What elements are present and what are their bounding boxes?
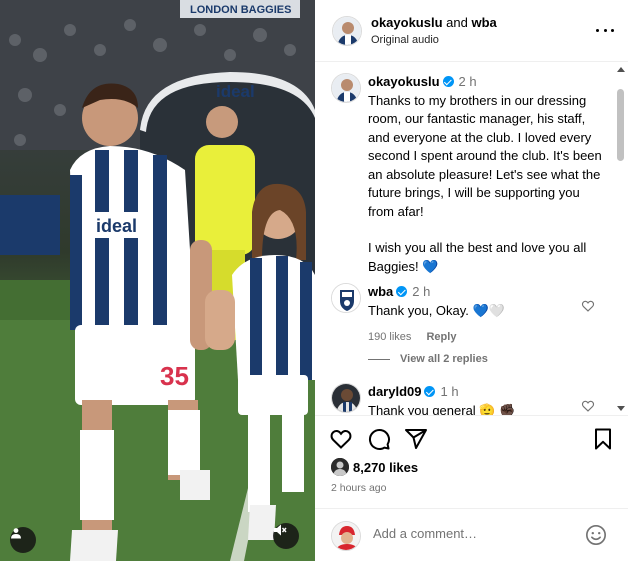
caption-author-avatar[interactable]: [331, 73, 361, 103]
video-frame-illustration: LONDON BAGGIES ideal ideal 35: [0, 0, 315, 561]
profile-photo-icon: [331, 458, 349, 476]
comment-text: Thank you general 🫡 ✊🏿: [368, 402, 516, 416]
bookmark-icon[interactable]: [591, 427, 615, 451]
profile-photo-icon: [332, 384, 360, 412]
comment-body: wba 2 h Thank you, Okay. 💙🤍 190 likes Rep…: [368, 283, 604, 347]
comment-item: daryld09 1 h Thank you general 🫡 ✊🏿: [315, 377, 615, 415]
author-username[interactable]: okayokuslu: [371, 15, 443, 30]
comment-body: daryld09 1 h Thank you general 🫡 ✊🏿: [368, 383, 604, 415]
view-replies-button[interactable]: View all 2 replies: [368, 353, 488, 365]
user-tag-icon: [11, 528, 21, 539]
audio-label[interactable]: Original audio: [371, 34, 439, 46]
caption-text-1: Thanks to my brothers in our dressing ro…: [368, 92, 602, 219]
post-video[interactable]: LONDON BAGGIES ideal ideal 35: [0, 0, 315, 561]
profile-photo-icon: [333, 17, 361, 45]
more-icon: [596, 28, 599, 32]
comment-item: wba 2 h Thank you, Okay. 💙🤍 190 likes Rep…: [315, 277, 615, 347]
comment-text: Thank you, Okay. 💙🤍: [368, 302, 505, 318]
reply-button[interactable]: Reply: [426, 331, 456, 343]
liker-avatar[interactable]: [331, 458, 349, 476]
comment-icon[interactable]: [367, 427, 391, 451]
club-crest-icon: [332, 284, 360, 312]
verified-badge-icon: [424, 386, 436, 397]
comment-input[interactable]: [373, 526, 573, 541]
authors-joiner: and: [446, 15, 468, 30]
comments-list[interactable]: okayokuslu 2 h Thanks to my brothers in o…: [315, 63, 628, 415]
post-header: okayokuslu and wba Original audio: [315, 0, 628, 62]
verified-badge-icon: [442, 76, 454, 87]
comment-time[interactable]: 1 h: [440, 384, 458, 399]
stand-sign-text: LONDON BAGGIES: [190, 4, 291, 16]
caption-time[interactable]: 2 h: [459, 74, 477, 89]
comment-username[interactable]: wba: [368, 284, 393, 299]
heart-icon[interactable]: [581, 299, 595, 313]
post-timestamp[interactable]: 2 hours ago: [331, 482, 386, 494]
mute-toggle-button[interactable]: [273, 523, 299, 549]
share-icon[interactable]: [404, 427, 428, 451]
emoji-icon[interactable]: [585, 524, 607, 546]
scroll-up-arrow-icon[interactable]: [617, 67, 625, 72]
comment-meta: 190 likes Reply: [368, 328, 604, 347]
tagged-users-button[interactable]: [10, 527, 36, 553]
profile-photo-icon: [332, 74, 360, 102]
comments-scrollbar[interactable]: [617, 67, 625, 411]
heart-icon[interactable]: [581, 399, 595, 413]
comment-time[interactable]: 2 h: [412, 284, 430, 299]
comment-likes[interactable]: 190 likes: [368, 331, 411, 343]
current-user-avatar: [331, 521, 361, 551]
coauthor-username[interactable]: wba: [471, 15, 496, 30]
post-details-panel: okayokuslu and wba Original audio okayok…: [315, 0, 628, 561]
comment-username[interactable]: daryld09: [368, 384, 421, 399]
caption-username[interactable]: okayokuslu: [368, 74, 440, 89]
view-replies-label: View all 2 replies: [400, 353, 488, 365]
more-options-button[interactable]: [596, 23, 614, 37]
scroll-down-arrow-icon[interactable]: [617, 406, 625, 411]
heart-icon[interactable]: [329, 427, 353, 451]
caption: okayokuslu 2 h Thanks to my brothers in o…: [315, 67, 615, 274]
commenter-avatar[interactable]: [331, 283, 361, 313]
comment-composer: [315, 508, 628, 561]
verified-badge-icon: [396, 286, 408, 297]
profile-photo-icon: [332, 522, 360, 550]
likes-count[interactable]: 8,270 likes: [353, 460, 418, 475]
caption-body: okayokuslu 2 h Thanks to my brothers in o…: [368, 73, 604, 276]
tunnel-sponsor-text: ideal: [216, 82, 255, 101]
author-avatar[interactable]: [332, 16, 362, 46]
scrollbar-thumb[interactable]: [617, 89, 624, 161]
post-authors: okayokuslu and wba: [371, 15, 497, 30]
shirt-sponsor-text: ideal: [96, 216, 137, 236]
shorts-number-text: 35: [160, 361, 189, 391]
commenter-avatar[interactable]: [331, 383, 361, 413]
caption-text-2: I wish you all the best and love you all…: [368, 240, 587, 274]
muted-icon: [274, 524, 287, 536]
replies-divider: [368, 358, 390, 360]
